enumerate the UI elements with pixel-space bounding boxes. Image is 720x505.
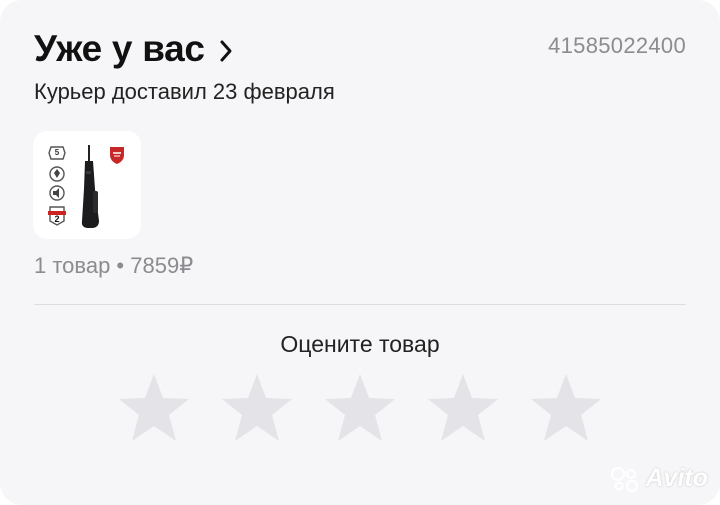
oral-irrigator-product-image: 5 2 (48, 145, 124, 228)
star-5-icon[interactable] (529, 373, 603, 445)
chevron-right-icon[interactable] (219, 39, 233, 63)
order-card[interactable]: Уже у вас 41585022400 Курьер доставил 23… (0, 0, 720, 505)
star-3-icon[interactable] (323, 373, 397, 445)
order-header[interactable]: Уже у вас (34, 28, 233, 70)
divider (34, 304, 686, 305)
rate-product-label: Оцените товар (280, 331, 440, 357)
avito-watermark: Avito (610, 464, 709, 493)
product-thumbnail[interactable]: 5 2 (33, 131, 141, 239)
avito-logo-icon (610, 466, 638, 492)
svg-text:2: 2 (54, 214, 59, 224)
star-1-icon[interactable] (117, 373, 191, 445)
star-4-icon[interactable] (426, 373, 500, 445)
avito-watermark-text: Avito (645, 464, 709, 492)
star-rating[interactable] (0, 373, 720, 445)
order-title: Уже у вас (34, 28, 205, 69)
delivery-status: Курьер доставил 23 февраля (34, 79, 335, 104)
svg-text:5: 5 (55, 148, 60, 157)
order-number: 41585022400 (548, 33, 686, 58)
order-summary: 1 товар • 7859₽ (34, 253, 194, 278)
star-2-icon[interactable] (220, 373, 294, 445)
